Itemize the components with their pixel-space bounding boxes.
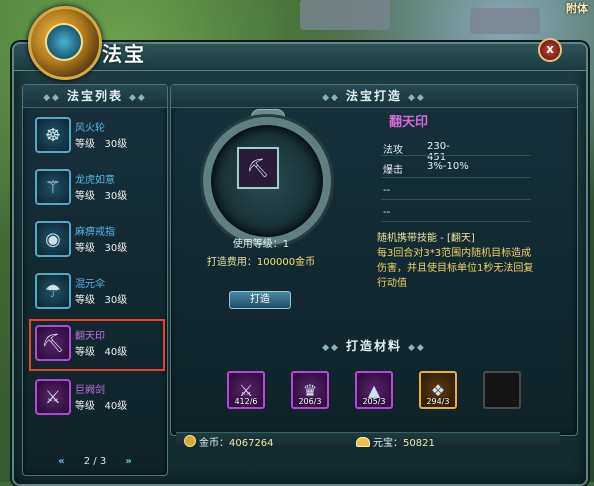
empty-material-slot[interactable] (483, 371, 521, 409)
stat-row: 爆击 3%-10% (383, 161, 469, 176)
seal-icon: ⛏ (246, 157, 270, 179)
prev-page-button[interactable]: « (58, 456, 64, 467)
material-slot[interactable]: ⚔ 412/6 (227, 371, 265, 409)
building-roof (300, 0, 390, 30)
item-level: 等级 30级 (75, 139, 128, 150)
skill-title: 随机携带技能 - [翻天] (377, 233, 475, 244)
currency-bar: 金币：4067264 元宝：50821 (176, 432, 560, 449)
material-count: 205/3 (362, 397, 386, 406)
skill-text: 每3回合对3*3范围内随机目标造成伤害，并且使目标单位1秒无法回复行动值 (377, 248, 534, 289)
treasure-emblem-icon (28, 6, 102, 80)
material-count: 294/3 (426, 397, 450, 406)
wheel-icon: ☸ (35, 117, 71, 153)
yuanbao-icon (356, 437, 370, 447)
divider (381, 199, 531, 200)
item-level: 等级 40级 (75, 347, 128, 358)
material-slot[interactable]: ♛ 206/3 (291, 371, 329, 409)
page-indicator: 2 / 3 (83, 456, 107, 467)
use-level: 使用等级：1 (232, 239, 290, 250)
forge-button[interactable]: 打造 (229, 291, 291, 309)
seal-icon: ⛏ (35, 325, 71, 361)
skill-description: 随机携带技能 - [翻天] 每3回合对3*3范围内随机目标造成伤害，并且使目标单… (377, 231, 537, 291)
material-count: 412/6 (234, 397, 258, 406)
stat-row: -- (383, 185, 391, 196)
selected-treasure-slot[interactable]: ⛏ (237, 147, 279, 189)
forge-panel-title: 法宝打造 (345, 89, 402, 103)
list-item[interactable]: ⚔ 巨阙剑 等级 40级 (31, 375, 159, 419)
forge-panel-header: ◆◆ 法宝打造 ◆◆ (171, 85, 577, 108)
sword-icon: ⚔ (35, 379, 71, 415)
umbrella-icon: ☂ (35, 273, 71, 309)
item-name: 翻天印 (75, 331, 105, 342)
list-item[interactable]: ⚚ 龙虎如意 等级 30级 (31, 165, 159, 209)
stat-row: 法攻 230-451 (383, 141, 450, 163)
item-level: 等级 40级 (75, 401, 128, 412)
scene-label: 附体 (566, 2, 588, 15)
materials-title: 打造材料 (345, 339, 402, 353)
item-level: 等级 30级 (75, 295, 128, 306)
treasure-name: 翻天印 (389, 115, 429, 130)
list-panel-title: 法宝列表 (66, 89, 123, 103)
materials-header: ◆◆ 打造材料 ◆◆ (322, 339, 426, 353)
ring-icon: ◉ (35, 221, 71, 257)
scepter-icon: ⚚ (35, 169, 71, 205)
forge-cost: 打造费用：100000金币 (206, 257, 316, 268)
list-panel-header: ◆◆ 法宝列表 ◆◆ (23, 85, 167, 108)
item-level: 等级 30级 (75, 191, 128, 202)
forge-panel: ◆◆ 法宝打造 ◆◆ ⛏ 使用等级：1 打造费用：100000金币 打造 翻天印 法… (170, 84, 578, 436)
item-level: 等级 30级 (75, 243, 128, 254)
yuanbao-amount: 50821 (403, 438, 435, 449)
item-name: 龙虎如意 (75, 175, 115, 186)
gold-amount: 4067264 (229, 438, 274, 449)
divider (381, 221, 531, 222)
divider (381, 155, 531, 156)
window-title: 法宝 (102, 42, 146, 66)
treasure-window: ◆◆ 法宝列表 ◆◆ ☸ 风火轮 等级 30级 ⚚ 龙虎如意 等级 30级 ◉ 麻痹… (12, 42, 588, 486)
list-item[interactable]: ◉ 麻痹戒指 等级 30级 (31, 217, 159, 261)
pagination: « 2 / 3 » (23, 456, 167, 467)
stat-row: -- (383, 207, 391, 218)
item-name: 麻痹戒指 (75, 227, 115, 238)
divider (381, 177, 531, 178)
yuanbao-display: 元宝：50821 (356, 434, 435, 449)
forge-cost-value: 100000金币 (256, 257, 316, 268)
treasure-list-panel: ◆◆ 法宝列表 ◆◆ ☸ 风火轮 等级 30级 ⚚ 龙虎如意 等级 30级 ◉ 麻痹… (22, 84, 168, 476)
list-item[interactable]: ☂ 混元伞 等级 30级 (31, 269, 159, 313)
gold-display: 金币：4067264 (184, 434, 274, 449)
material-slot[interactable]: ❖ 294/3 (419, 371, 457, 409)
item-name: 风火轮 (75, 123, 105, 134)
building-roof (470, 8, 540, 34)
item-name: 混元伞 (75, 279, 105, 290)
next-page-button[interactable]: » (125, 456, 131, 467)
gold-coin-icon (184, 435, 196, 447)
list-item[interactable]: ☸ 风火轮 等级 30级 (31, 113, 159, 157)
close-button[interactable]: x (538, 38, 562, 62)
item-name: 巨阙剑 (75, 385, 105, 396)
list-item-selected[interactable]: ⛏ 翻天印 等级 40级 (29, 319, 165, 371)
material-count: 206/3 (298, 397, 322, 406)
material-slot[interactable]: ▲ 205/3 (355, 371, 393, 409)
